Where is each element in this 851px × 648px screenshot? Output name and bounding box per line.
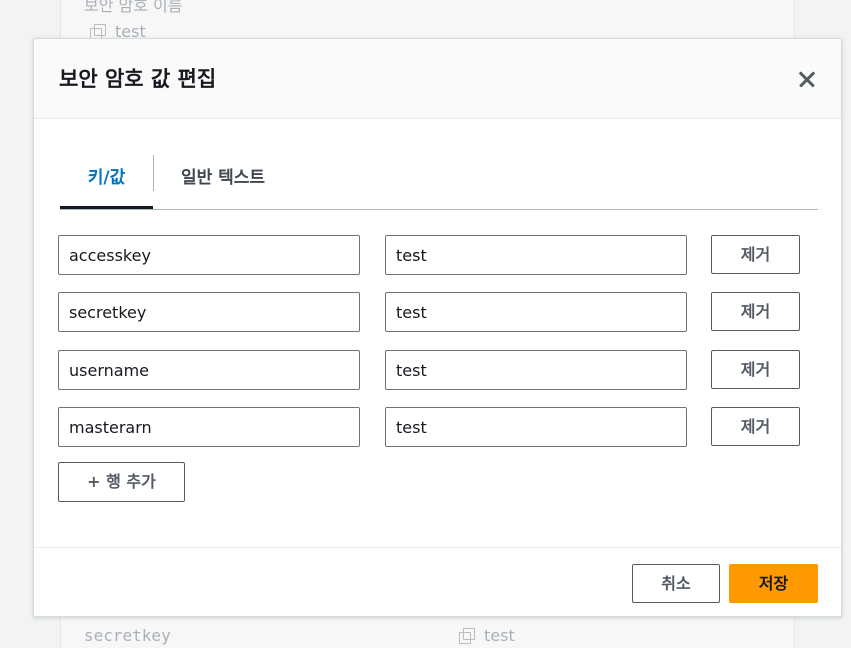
remove-button[interactable]: 제거 bbox=[711, 235, 800, 274]
tab-bar: 키/값 일반 텍스트 bbox=[60, 149, 818, 210]
modal-header: 보안 암호 값 편집 bbox=[34, 39, 841, 119]
copy-icon bbox=[459, 628, 475, 644]
remove-button[interactable]: 제거 bbox=[711, 292, 800, 331]
tab-plaintext[interactable]: 일반 텍스트 bbox=[154, 149, 292, 209]
key-input[interactable] bbox=[58, 407, 360, 447]
cancel-button[interactable]: 취소 bbox=[632, 564, 720, 603]
modal-footer: 취소 저장 bbox=[34, 547, 841, 617]
copy-icon bbox=[90, 24, 106, 40]
remove-button[interactable]: 제거 bbox=[711, 350, 800, 389]
key-input[interactable] bbox=[58, 292, 360, 332]
key-value-row: 제거 bbox=[58, 235, 802, 275]
background-secret-name-label: 보안 암호 이름 bbox=[84, 0, 183, 15]
tab-key-value[interactable]: 키/값 bbox=[60, 149, 153, 209]
key-input[interactable] bbox=[58, 350, 360, 390]
save-button[interactable]: 저장 bbox=[729, 564, 818, 603]
value-input[interactable] bbox=[385, 292, 687, 332]
key-value-row: 제거 bbox=[58, 407, 802, 447]
modal-title: 보안 암호 값 편집 bbox=[59, 67, 217, 91]
value-input[interactable] bbox=[385, 407, 687, 447]
value-input[interactable] bbox=[385, 350, 687, 390]
key-input[interactable] bbox=[58, 235, 360, 275]
background-row-value: test bbox=[459, 626, 515, 645]
key-value-row: 제거 bbox=[58, 350, 802, 390]
key-value-row: 제거 bbox=[58, 292, 802, 332]
close-icon[interactable] bbox=[792, 65, 822, 95]
add-row-button[interactable]: + 행 추가 bbox=[58, 462, 185, 502]
remove-button[interactable]: 제거 bbox=[711, 407, 800, 446]
value-input[interactable] bbox=[385, 235, 687, 275]
background-row-key: secretkey bbox=[84, 626, 171, 645]
edit-secret-modal: 보안 암호 값 편집 키/값 일반 텍스트 제거 제거 제거 제거 + 행 추가… bbox=[33, 38, 842, 617]
